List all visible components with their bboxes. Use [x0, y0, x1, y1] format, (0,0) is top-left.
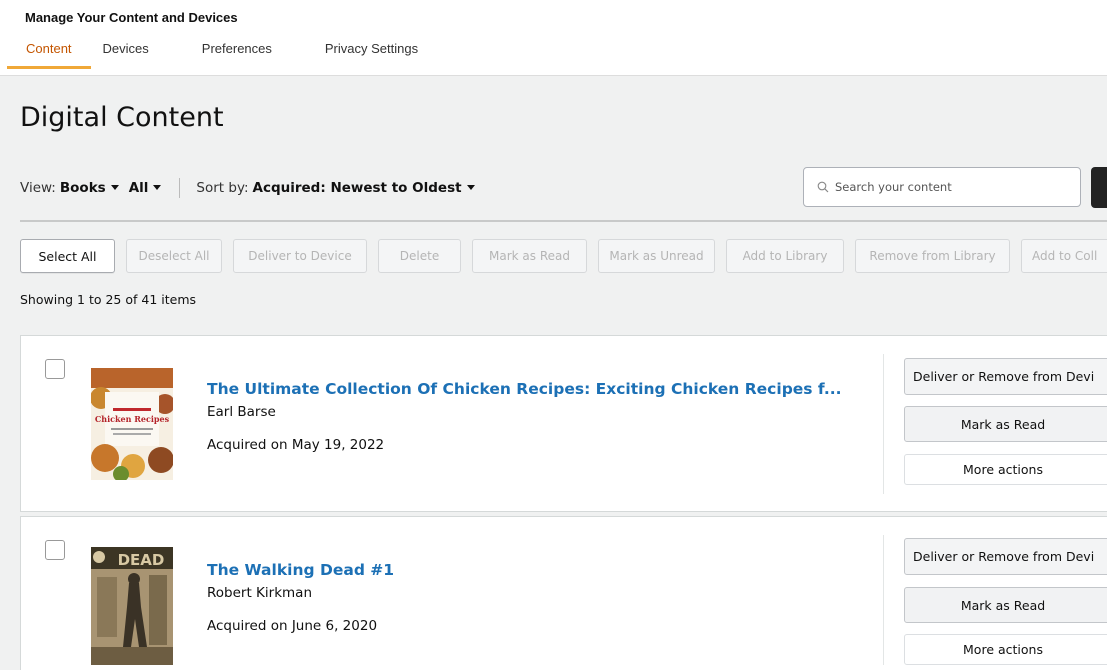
caret-down-icon	[110, 184, 119, 190]
deselect-all-button[interactable]: Deselect All	[126, 239, 222, 273]
section-divider	[20, 220, 1107, 222]
item-title-link[interactable]: The Ultimate Collection Of Chicken Recip…	[207, 380, 841, 398]
results-count: Showing 1 to 25 of 41 items	[20, 292, 197, 307]
top-header: Manage Your Content and Devices Content …	[0, 0, 1107, 76]
mark-as-unread-button[interactable]: Mark as Unread	[598, 239, 715, 273]
sort-value: Acquired: Newest to Oldest	[252, 180, 462, 196]
add-to-collection-button[interactable]: Add to Coll	[1021, 239, 1107, 273]
page-header-title: Manage Your Content and Devices	[25, 10, 238, 25]
content-item: DEAD The Walking Dead #1 Robert Kirkman …	[20, 516, 1107, 670]
tab-preferences[interactable]: Preferences	[202, 40, 272, 69]
select-all-button[interactable]: Select All	[20, 239, 115, 273]
more-actions-button[interactable]: More actions	[904, 454, 1107, 485]
book-cover-image: Chicken Recipes	[91, 368, 173, 480]
mark-as-read-button[interactable]: Mark as Read	[472, 239, 587, 273]
search-submit-button[interactable]	[1091, 167, 1107, 208]
view-type-value: Books	[59, 180, 106, 196]
search-input[interactable]	[835, 180, 1075, 194]
mark-as-read-item-button[interactable]: Mark as Read	[904, 406, 1107, 442]
item-acquired-date: Acquired on June 6, 2020	[207, 618, 378, 634]
tab-privacy-settings[interactable]: Privacy Settings	[325, 40, 418, 69]
deliver-or-remove-button[interactable]: Deliver or Remove from Devi	[904, 358, 1107, 395]
sort-label: Sort by:	[196, 180, 249, 196]
add-to-library-button[interactable]: Add to Library	[726, 239, 844, 273]
tab-devices[interactable]: Devices	[103, 40, 149, 69]
view-label: View:	[20, 180, 56, 196]
filter-bar: View: Books All Sort by: Acquired: Newes…	[20, 178, 485, 198]
cover-title-text: Chicken Recipes	[95, 414, 170, 424]
item-divider	[883, 535, 884, 665]
content-item: Chicken Recipes The Ultimate Collection …	[20, 335, 1107, 512]
deliver-or-remove-button[interactable]: Deliver or Remove from Devi	[904, 538, 1107, 575]
page-title: Digital Content	[20, 102, 224, 133]
view-filter-dropdown[interactable]: All	[129, 180, 162, 196]
deliver-to-device-button[interactable]: Deliver to Device	[233, 239, 367, 273]
view-filter-value: All	[128, 180, 149, 196]
search-icon	[817, 181, 829, 193]
item-divider	[883, 354, 884, 494]
mark-as-read-item-button[interactable]: Mark as Read	[904, 587, 1107, 623]
caret-down-icon	[153, 184, 162, 190]
sort-dropdown[interactable]: Acquired: Newest to Oldest	[253, 180, 475, 196]
item-acquired-date: Acquired on May 19, 2022	[207, 437, 385, 453]
nav-tabs: Content Devices Preferences Privacy Sett…	[7, 40, 418, 70]
item-checkbox[interactable]	[45, 359, 65, 379]
cover-title-text: DEAD	[118, 551, 165, 569]
delete-button[interactable]: Delete	[378, 239, 461, 273]
view-type-dropdown[interactable]: Books	[60, 180, 119, 196]
item-checkbox[interactable]	[45, 540, 65, 560]
more-actions-button[interactable]: More actions	[904, 634, 1107, 665]
filter-divider	[179, 178, 181, 198]
item-title-link[interactable]: The Walking Dead #1	[207, 561, 394, 579]
item-author: Robert Kirkman	[207, 585, 312, 601]
tab-content[interactable]: Content	[7, 40, 91, 69]
remove-from-library-button[interactable]: Remove from Library	[855, 239, 1010, 273]
search-box	[803, 167, 1081, 207]
bulk-actions-bar: Select All Deselect All Deliver to Devic…	[20, 239, 1107, 273]
item-author: Earl Barse	[207, 404, 276, 420]
book-cover-image: DEAD	[91, 547, 173, 665]
caret-down-icon	[466, 184, 475, 190]
